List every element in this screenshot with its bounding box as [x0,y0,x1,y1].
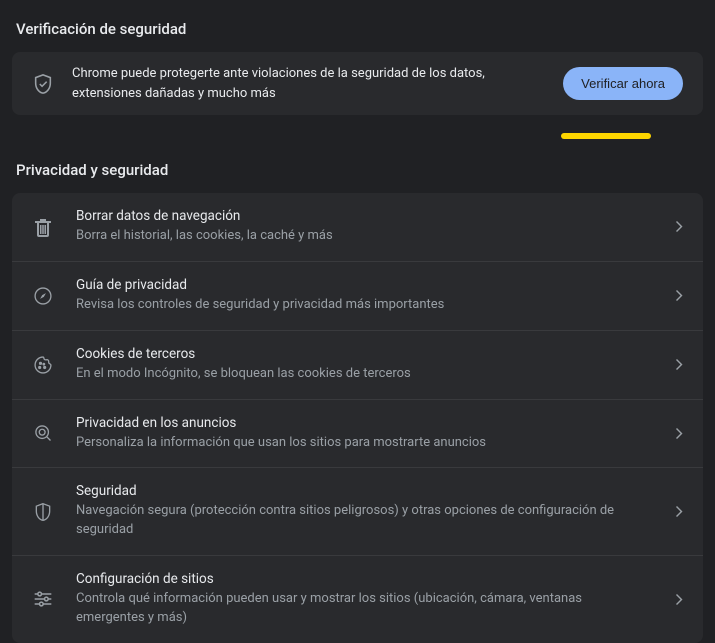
shield-check-icon [32,73,54,95]
highlight-bar [561,133,651,139]
row-text: Configuración de sitios Controla qué inf… [76,571,653,628]
row-title: Seguridad [76,483,653,499]
row-title: Guía de privacidad [76,277,653,293]
row-subtitle: En el modo Incógnito, se bloquean las co… [76,365,653,384]
row-text: Privacidad en los anuncios Personaliza l… [76,415,653,453]
row-ad-privacy[interactable]: Privacidad en los anuncios Personaliza l… [12,399,703,468]
compass-icon [32,285,54,307]
row-subtitle: Personaliza la información que usan los … [76,434,653,453]
row-title: Cookies de terceros [76,346,653,362]
safety-check-heading: Verificación de seguridad [12,20,703,52]
trash-icon [32,216,54,238]
cookie-icon [32,354,54,376]
safety-check-card: Chrome puede protegerte ante violaciones… [12,52,703,115]
privacy-security-heading: Privacidad y seguridad [12,161,703,193]
row-privacy-guide[interactable]: Guía de privacidad Revisa los controles … [12,261,703,330]
row-clear-browsing-data[interactable]: Borrar datos de navegación Borra el hist… [12,193,703,261]
ads-icon [32,422,54,444]
safety-check-description: Chrome puede protegerte ante violaciones… [72,64,545,103]
row-subtitle: Borra el historial, las cookies, la cach… [76,227,653,246]
row-security[interactable]: Seguridad Navegación segura (protección … [12,467,703,555]
privacy-settings-list: Borrar datos de navegación Borra el hist… [12,193,703,643]
row-third-party-cookies[interactable]: Cookies de terceros En el modo Incógnito… [12,330,703,399]
row-title: Borrar datos de navegación [76,208,653,224]
row-subtitle: Controla qué información pueden usar y m… [76,590,653,628]
row-text: Seguridad Navegación segura (protección … [76,483,653,540]
row-text: Cookies de terceros En el modo Incógnito… [76,346,653,384]
chevron-right-icon [675,593,683,605]
shield-icon [32,501,54,523]
chevron-right-icon [675,506,683,518]
row-text: Borrar datos de navegación Borra el hist… [76,208,653,246]
row-text: Guía de privacidad Revisa los controles … [76,277,653,315]
chevron-right-icon [675,359,683,371]
row-title: Privacidad en los anuncios [76,415,653,431]
row-site-settings[interactable]: Configuración de sitios Controla qué inf… [12,555,703,643]
safety-check-banner: Chrome puede protegerte ante violaciones… [12,52,703,115]
row-subtitle: Navegación segura (protección contra sit… [76,502,653,540]
sliders-icon [32,588,54,610]
verify-now-button[interactable]: Verificar ahora [563,67,683,100]
row-title: Configuración de sitios [76,571,653,587]
row-subtitle: Revisa los controles de seguridad y priv… [76,296,653,315]
chevron-right-icon [675,427,683,439]
chevron-right-icon [675,290,683,302]
chevron-right-icon [675,221,683,233]
